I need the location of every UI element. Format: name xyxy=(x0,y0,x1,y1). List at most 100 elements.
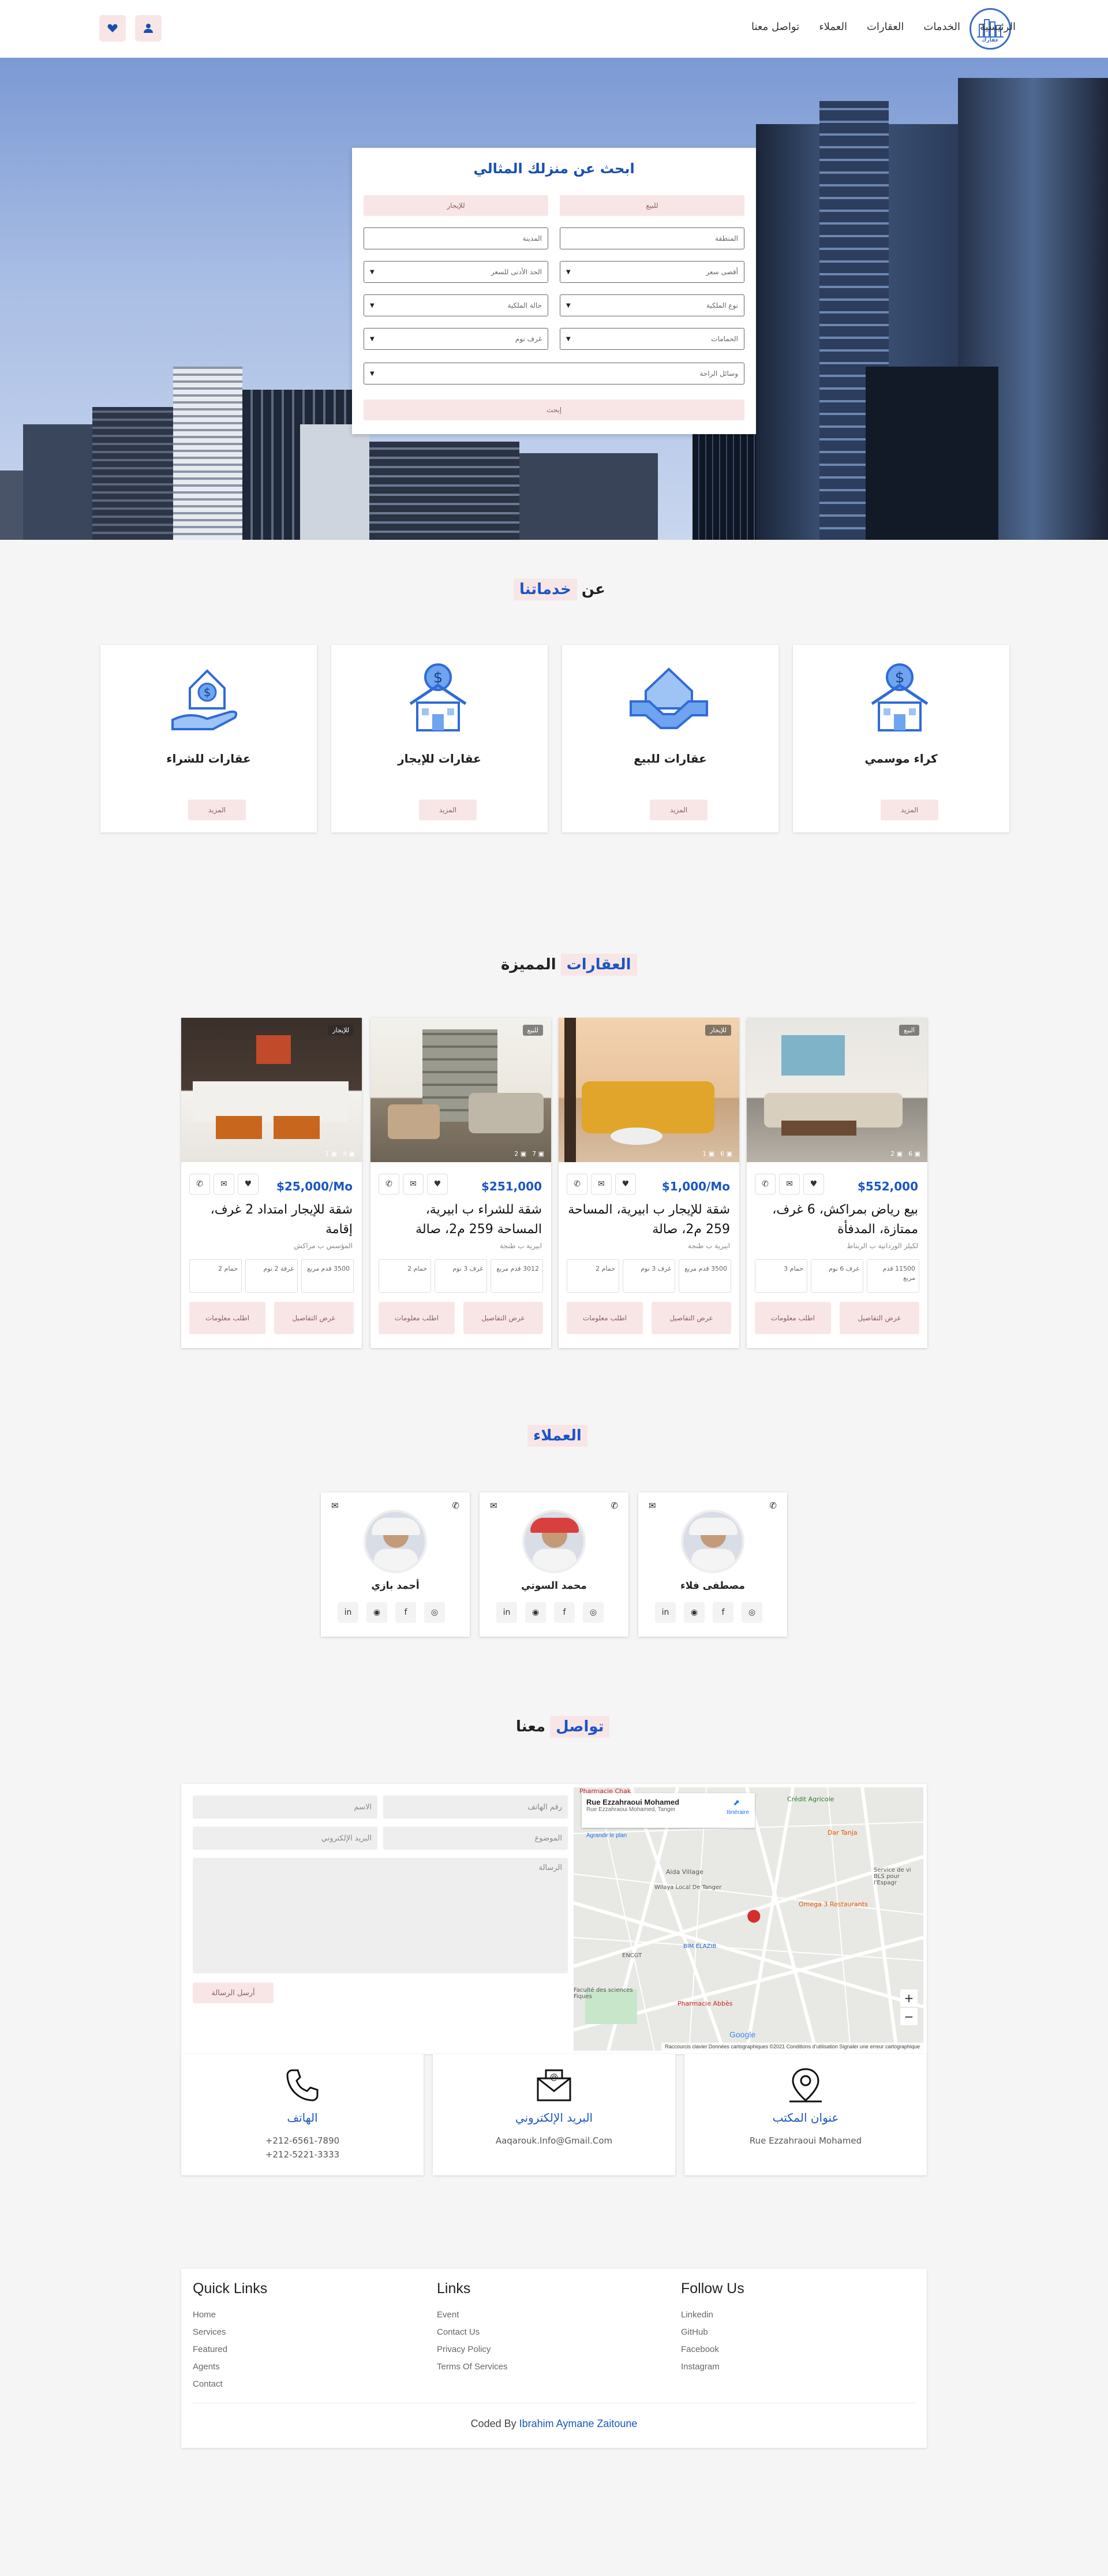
city-input[interactable]: المدينة xyxy=(364,227,548,249)
envelope-icon[interactable]: ✉ xyxy=(649,1500,656,1511)
envelope-icon[interactable]: ✉ xyxy=(214,1174,234,1194)
more-button[interactable]: المزيد xyxy=(419,800,477,820)
phone-icon[interactable]: ✆ xyxy=(189,1174,210,1194)
email-field[interactable]: البريد الإلكتروني xyxy=(193,1827,377,1850)
request-info-button[interactable]: اطلب معلومات xyxy=(567,1302,643,1334)
details-button[interactable]: عرض التفاصيل xyxy=(274,1302,354,1334)
search-title: ابحث عن منزلك المثالي xyxy=(473,160,635,177)
github-icon[interactable]: ◉ xyxy=(525,1602,546,1623)
envelope-icon[interactable]: ✉ xyxy=(403,1174,424,1194)
property-features: 3500 قدم مربع غرف 3 نوم حمام 2 xyxy=(567,1259,731,1293)
footer-link-agents[interactable]: Agents xyxy=(193,2358,267,2376)
nav-link-contact[interactable]: تواصل معنا xyxy=(751,21,799,33)
footer-link-instagram[interactable]: Instagram xyxy=(681,2358,744,2376)
request-info-button[interactable]: اطلب معلومات xyxy=(755,1302,831,1334)
phone-field[interactable]: رقم الهاتف xyxy=(383,1795,568,1819)
details-button[interactable]: عرض التفاصيل xyxy=(652,1302,731,1334)
linkedin-icon[interactable]: in xyxy=(496,1602,517,1623)
name-field[interactable]: الاسم xyxy=(193,1795,377,1819)
details-button[interactable]: عرض التفاصيل xyxy=(463,1302,543,1334)
envelope-icon[interactable]: ✉ xyxy=(591,1174,612,1194)
favorites-button[interactable] xyxy=(99,15,126,42)
footer-link-terms[interactable]: Terms Of Services xyxy=(437,2358,508,2376)
property-image[interactable]: للإيجار ▣ 6 ▣ 1 xyxy=(559,1018,739,1162)
message-field[interactable]: الرسالة xyxy=(193,1858,568,1973)
instagram-icon[interactable]: ◎ xyxy=(424,1602,445,1623)
footer-link-featured[interactable]: Featured xyxy=(193,2341,267,2358)
send-message-button[interactable]: أرسل الرسالة xyxy=(193,1983,274,2003)
footer-link-home[interactable]: Home xyxy=(193,2306,267,2324)
footer-link-contact-us[interactable]: Contact Us xyxy=(437,2324,508,2341)
phone-icon[interactable]: ✆ xyxy=(567,1174,587,1194)
linkedin-icon[interactable]: in xyxy=(655,1602,676,1623)
phone-icon[interactable]: ✆ xyxy=(611,1500,618,1511)
property-status-select[interactable]: حالة الملكية ▼ xyxy=(364,294,548,316)
footer-credit: Coded By Ibrahim Aymane Zaitoune xyxy=(470,2418,638,2429)
map-directions-icon[interactable]: ⬈ xyxy=(733,1798,740,1808)
region-input[interactable]: المنطقة xyxy=(560,227,744,249)
footer-link-facebook[interactable]: Facebook xyxy=(681,2341,744,2358)
more-button[interactable]: المزيد xyxy=(650,800,708,820)
footer-link-event[interactable]: Event xyxy=(437,2306,508,2324)
map-enlarge-link[interactable]: Agrandir le plan xyxy=(586,1832,627,1839)
more-button[interactable]: المزيد xyxy=(188,800,246,820)
heart-icon[interactable]: ♥ xyxy=(238,1174,259,1194)
heart-icon[interactable]: ♥ xyxy=(615,1174,636,1194)
min-price-select[interactable]: الحد الأدنى للسعر ▼ xyxy=(364,261,548,283)
footer-link-contact[interactable]: Contact xyxy=(193,2376,267,2393)
instagram-icon[interactable]: ◎ xyxy=(583,1602,604,1623)
nav-link-agents[interactable]: العملاء xyxy=(819,21,847,33)
nav-link-properties[interactable]: العقارات xyxy=(867,21,904,33)
footer-link-linkedin[interactable]: Linkedin xyxy=(681,2306,744,2324)
footer-quick-links: Quick Links Home Services Featured Agent… xyxy=(193,2280,267,2393)
map[interactable]: Rue Ezzahraoui Mohamed Rue Ezzahraoui Mo… xyxy=(574,1787,923,2051)
zoom-in-button[interactable]: + xyxy=(900,1989,918,2007)
github-icon[interactable]: ◉ xyxy=(684,1602,705,1623)
details-button[interactable]: عرض التفاصيل xyxy=(840,1302,919,1334)
zoom-out-button[interactable]: − xyxy=(900,2008,918,2025)
heart-icon[interactable]: ♥ xyxy=(803,1174,824,1194)
more-button[interactable]: المزيد xyxy=(881,800,938,820)
nav-link-home[interactable]: الرئيسية xyxy=(980,21,1016,33)
tab-sale[interactable]: للبيع xyxy=(560,195,744,216)
facebook-icon[interactable]: f xyxy=(554,1602,575,1623)
property-title[interactable]: شقة للإيجار ب ابيرية، المساحة 259 م2، صا… xyxy=(566,1200,730,1240)
bathrooms-select[interactable]: الحمامات ▼ xyxy=(560,328,744,350)
amenities-select[interactable]: وسائل الراحة ▼ xyxy=(364,363,744,384)
search-button[interactable]: إبحث xyxy=(364,400,744,420)
envelope-icon[interactable]: ✉ xyxy=(779,1174,800,1194)
request-info-button[interactable]: اطلب معلومات xyxy=(189,1302,265,1334)
property-title[interactable]: شقة للشراء ب ابيرية، المساحة 259 م2، صال… xyxy=(377,1200,542,1240)
heart-icon[interactable]: ♥ xyxy=(427,1174,448,1194)
facebook-icon[interactable]: f xyxy=(713,1602,733,1623)
footer-link-privacy[interactable]: Privacy Policy xyxy=(437,2341,508,2358)
map-directions-link[interactable]: Itinéraire xyxy=(727,1809,749,1816)
phone-icon[interactable]: ✆ xyxy=(452,1500,459,1511)
footer-link-github[interactable]: GitHub xyxy=(681,2324,744,2341)
property-image[interactable]: البيع ▣ 6 ▣ 2 xyxy=(747,1018,927,1162)
property-image[interactable]: للبيع ▣ 7 ▣ 2 xyxy=(370,1018,551,1162)
facebook-icon[interactable]: f xyxy=(395,1602,416,1623)
linkedin-icon[interactable]: in xyxy=(338,1602,358,1623)
property-type-select[interactable]: نوع الملكية ▼ xyxy=(560,294,744,316)
tab-rent[interactable]: للإيجار xyxy=(364,195,548,216)
property-actions: ✆ ✉ ♥ xyxy=(379,1174,448,1194)
property-image[interactable]: للإيجار ▣ 4 ▣ 1 xyxy=(181,1018,362,1162)
phone-icon[interactable]: ✆ xyxy=(755,1174,776,1194)
max-price-select[interactable]: أقصى سعر ▼ xyxy=(560,261,744,283)
subject-field[interactable]: الموضوع xyxy=(383,1827,568,1850)
instagram-icon[interactable]: ◎ xyxy=(742,1602,762,1623)
request-info-button[interactable]: اطلب معلومات xyxy=(379,1302,455,1334)
envelope-icon[interactable]: ✉ xyxy=(490,1500,497,1511)
envelope-icon[interactable]: ✉ xyxy=(331,1500,339,1511)
footer-author-link[interactable]: Ibrahim Aymane Zaitoune xyxy=(519,2418,638,2429)
user-button[interactable] xyxy=(135,15,162,42)
footer-link-services[interactable]: Services xyxy=(193,2324,267,2341)
nav-link-services[interactable]: الخدمات xyxy=(923,21,960,33)
phone-icon[interactable]: ✆ xyxy=(379,1174,399,1194)
phone-icon[interactable]: ✆ xyxy=(769,1500,777,1511)
github-icon[interactable]: ◉ xyxy=(366,1602,387,1623)
bedrooms-select[interactable]: غرف نوم ▼ xyxy=(364,328,548,350)
property-title[interactable]: بيع رياض بمراكش، 6 غرف، ممتازة، المدفأة xyxy=(754,1200,918,1240)
property-title[interactable]: شقة للإيجار امتداد 2 غرف، إقامة xyxy=(188,1200,353,1240)
